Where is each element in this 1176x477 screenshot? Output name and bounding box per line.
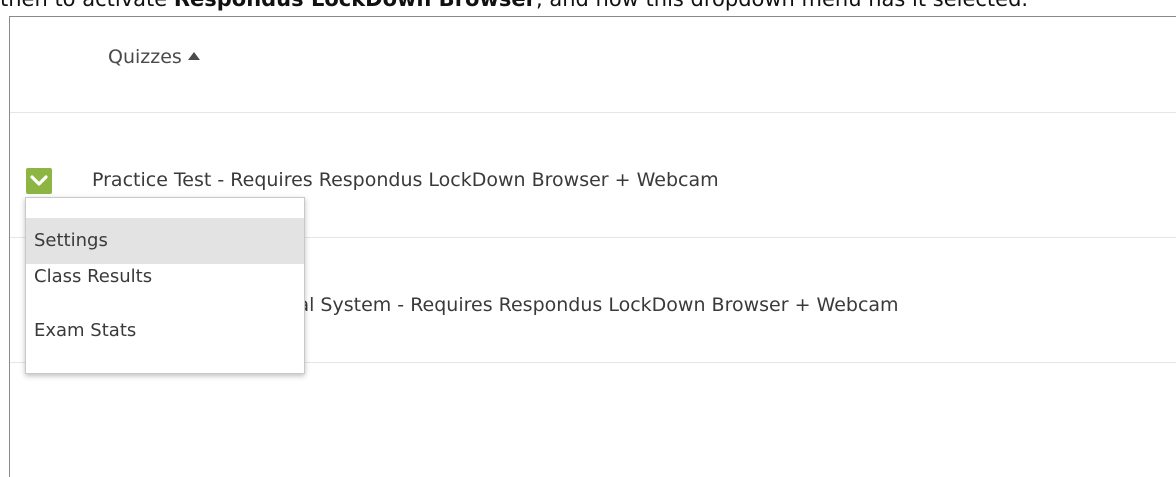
quiz-list-header: Quizzes <box>10 17 1176 113</box>
quiz-title-link[interactable]: tal System - Requires Respondus LockDown… <box>290 294 899 316</box>
sort-ascending-icon <box>187 52 200 60</box>
instruction-text-a: then to activate <box>0 0 174 11</box>
quiz-title-link[interactable]: Practice Test - Requires Respondus LockD… <box>92 169 719 191</box>
quizzes-sort-header[interactable]: Quizzes <box>108 46 200 68</box>
instruction-text-b: Respondus LockDown Browser <box>174 0 536 11</box>
quiz-options-menu: Settings Class Results Exam Stats <box>25 197 305 374</box>
menu-item-settings[interactable]: Settings <box>26 218 304 264</box>
quiz-options-button[interactable] <box>26 168 52 194</box>
instruction-text-c: , and how this dropdown menu has it sele… <box>536 0 1028 11</box>
quizzes-header-label: Quizzes <box>108 46 182 68</box>
menu-item-exam-stats[interactable]: Exam Stats <box>26 318 304 348</box>
top-instruction-fragment: then to activate Respondus LockDown Brow… <box>0 0 1176 14</box>
menu-item-class-results[interactable]: Class Results <box>26 264 304 294</box>
chevron-down-icon <box>30 175 48 186</box>
